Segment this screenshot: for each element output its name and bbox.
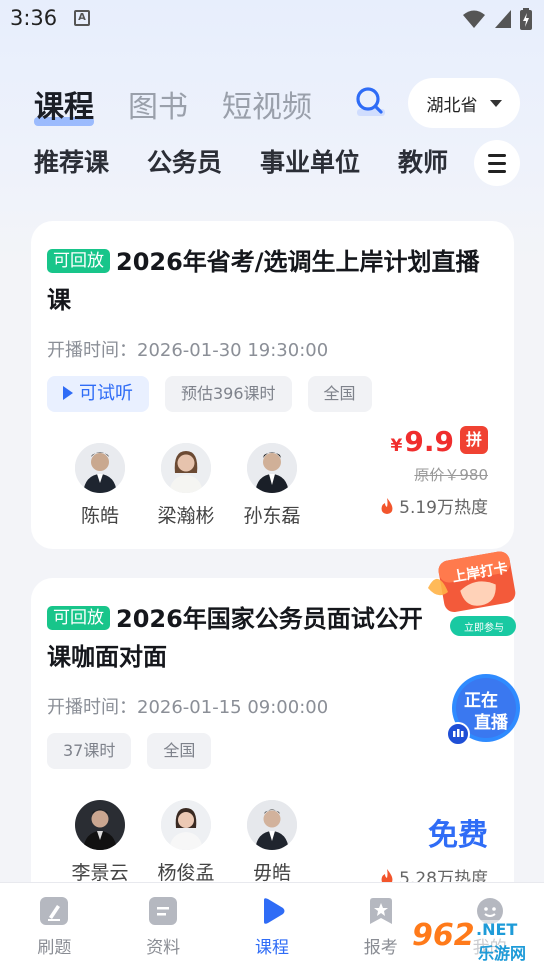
start-time: 开播时间：2026-01-30 19:30:00: [47, 340, 329, 361]
heat: 5.19万热度: [379, 493, 488, 518]
tab-books[interactable]: 图书: [128, 88, 188, 128]
course-title-text: 2026年省考/选调生上岸计划直播课: [47, 248, 480, 314]
teacher: 杨俊孟: [143, 800, 229, 885]
tab-short-videos[interactable]: 短视频: [222, 88, 312, 128]
site-watermark: 962 .NET 乐游网: [406, 916, 542, 964]
teacher: 毋皓: [229, 800, 315, 885]
search-button[interactable]: [352, 84, 388, 120]
document-icon: [149, 897, 178, 925]
tab-courses[interactable]: 课程: [34, 88, 94, 128]
status-bar: 3:36 A: [0, 0, 544, 38]
flame-icon: [381, 497, 393, 514]
nav-label: 课程: [254, 938, 289, 958]
nav-label: 刷题: [37, 938, 72, 958]
teacher-list: 李景云 杨俊孟 毋皓: [57, 800, 315, 885]
scope-tag: 全国: [147, 733, 212, 769]
status-icons: [462, 8, 532, 30]
hours-tag: 预估396课时: [165, 376, 292, 412]
notification-icon: A: [74, 10, 90, 26]
trial-tag[interactable]: 可试听: [47, 376, 149, 412]
avatar: [161, 443, 211, 493]
play-icon: [63, 386, 73, 400]
chevron-down-icon: [489, 99, 502, 107]
region-label: 湖北省: [426, 95, 478, 116]
battery-icon: [520, 8, 532, 30]
category-tab-recommended[interactable]: 推荐课: [34, 144, 109, 182]
start-time: 开播时间：2026-01-15 09:00:00: [47, 697, 329, 718]
category-tab-teacher[interactable]: 教师: [398, 144, 448, 182]
bookmark-star-icon: [369, 898, 392, 924]
avatar: [161, 800, 211, 850]
teacher-name: 毋皓: [252, 862, 291, 884]
teacher: 陈皓: [57, 443, 143, 528]
avatar: [247, 443, 297, 493]
category-tabs: 推荐课 公务员 事业单位 教师: [34, 144, 486, 182]
original-price: 原价￥980: [414, 466, 488, 484]
watermark-suffix: .NET: [476, 920, 518, 939]
avatar: [247, 800, 297, 850]
top-tabs: 课程 图书 短视频: [34, 84, 346, 128]
group-buy-badge: 拼: [460, 426, 488, 454]
category-tab-civil-servant[interactable]: 公务员: [147, 144, 222, 182]
nav-label: 资料: [146, 938, 181, 958]
trial-label: 可试听: [79, 383, 133, 404]
teacher-name: 梁瀚彬: [157, 505, 215, 527]
search-icon: [356, 87, 385, 116]
teacher-list: 陈皓 梁瀚彬 孙东磊: [57, 443, 315, 528]
menu-button[interactable]: [474, 140, 520, 186]
nav-item-materials[interactable]: 资料: [109, 883, 218, 968]
pen-icon: [40, 897, 69, 925]
price-area: 免费 5.28万热度: [379, 810, 488, 889]
checkin-float-button[interactable]: 上岸打卡 立即参与: [424, 548, 528, 640]
live-line2: 直播: [474, 713, 508, 733]
scope-tag: 全国: [307, 376, 372, 412]
teacher-name: 孙东磊: [243, 505, 301, 527]
price: ¥9.9 拼: [379, 425, 488, 458]
course-title: 可回放 2026年国家公务员面试公开课咖面对面: [47, 600, 434, 676]
watermark-text: 乐游网: [478, 944, 527, 963]
price-value: ¥9.9: [390, 425, 454, 458]
hours-tag: 37课时: [47, 733, 132, 769]
course-tags: 可试听 预估396课时 全国: [47, 376, 372, 412]
teacher-name: 李景云: [71, 862, 129, 884]
teacher-name: 陈皓: [80, 505, 119, 527]
teacher: 梁瀚彬: [143, 443, 229, 528]
signal-icon: [495, 10, 511, 28]
checkin-sub: 立即参与: [464, 623, 504, 634]
price-area: ¥9.9 拼 原价￥980 5.19万热度: [379, 425, 488, 518]
course-title: 可回放 2026年省考/选调生上岸计划直播课: [47, 243, 484, 319]
menu-icon-bar: [488, 153, 506, 157]
course-card[interactable]: 可回放 2026年省考/选调生上岸计划直播课 开播时间：2026-01-30 19…: [31, 221, 514, 549]
free-label: 免费: [428, 818, 488, 853]
live-float-button[interactable]: 正在 直播: [446, 672, 522, 752]
menu-icon-bar: [488, 161, 506, 165]
region-selector[interactable]: 湖北省: [408, 78, 520, 128]
nav-label: 报考: [363, 938, 398, 958]
course-tags: 37课时 全国: [47, 733, 212, 769]
menu-icon-bar: [488, 169, 506, 173]
replay-badge: 可回放: [47, 249, 110, 273]
replay-badge: 可回放: [47, 606, 110, 630]
category-tab-public-institution[interactable]: 事业单位: [260, 144, 360, 182]
teacher: 孙东磊: [229, 443, 315, 528]
play-icon: [263, 898, 285, 924]
heat-value: 5.19万热度: [399, 498, 488, 518]
avatar: [75, 443, 125, 493]
status-time: 3:36: [10, 6, 58, 30]
nav-item-practice[interactable]: 刷题: [0, 883, 109, 968]
teacher-name: 杨俊孟: [157, 862, 215, 884]
teacher: 李景云: [57, 800, 143, 885]
watermark-number: 962: [412, 918, 475, 953]
nav-item-courses[interactable]: 课程: [218, 883, 327, 968]
avatar: [75, 800, 125, 850]
wifi-icon: [463, 10, 485, 28]
